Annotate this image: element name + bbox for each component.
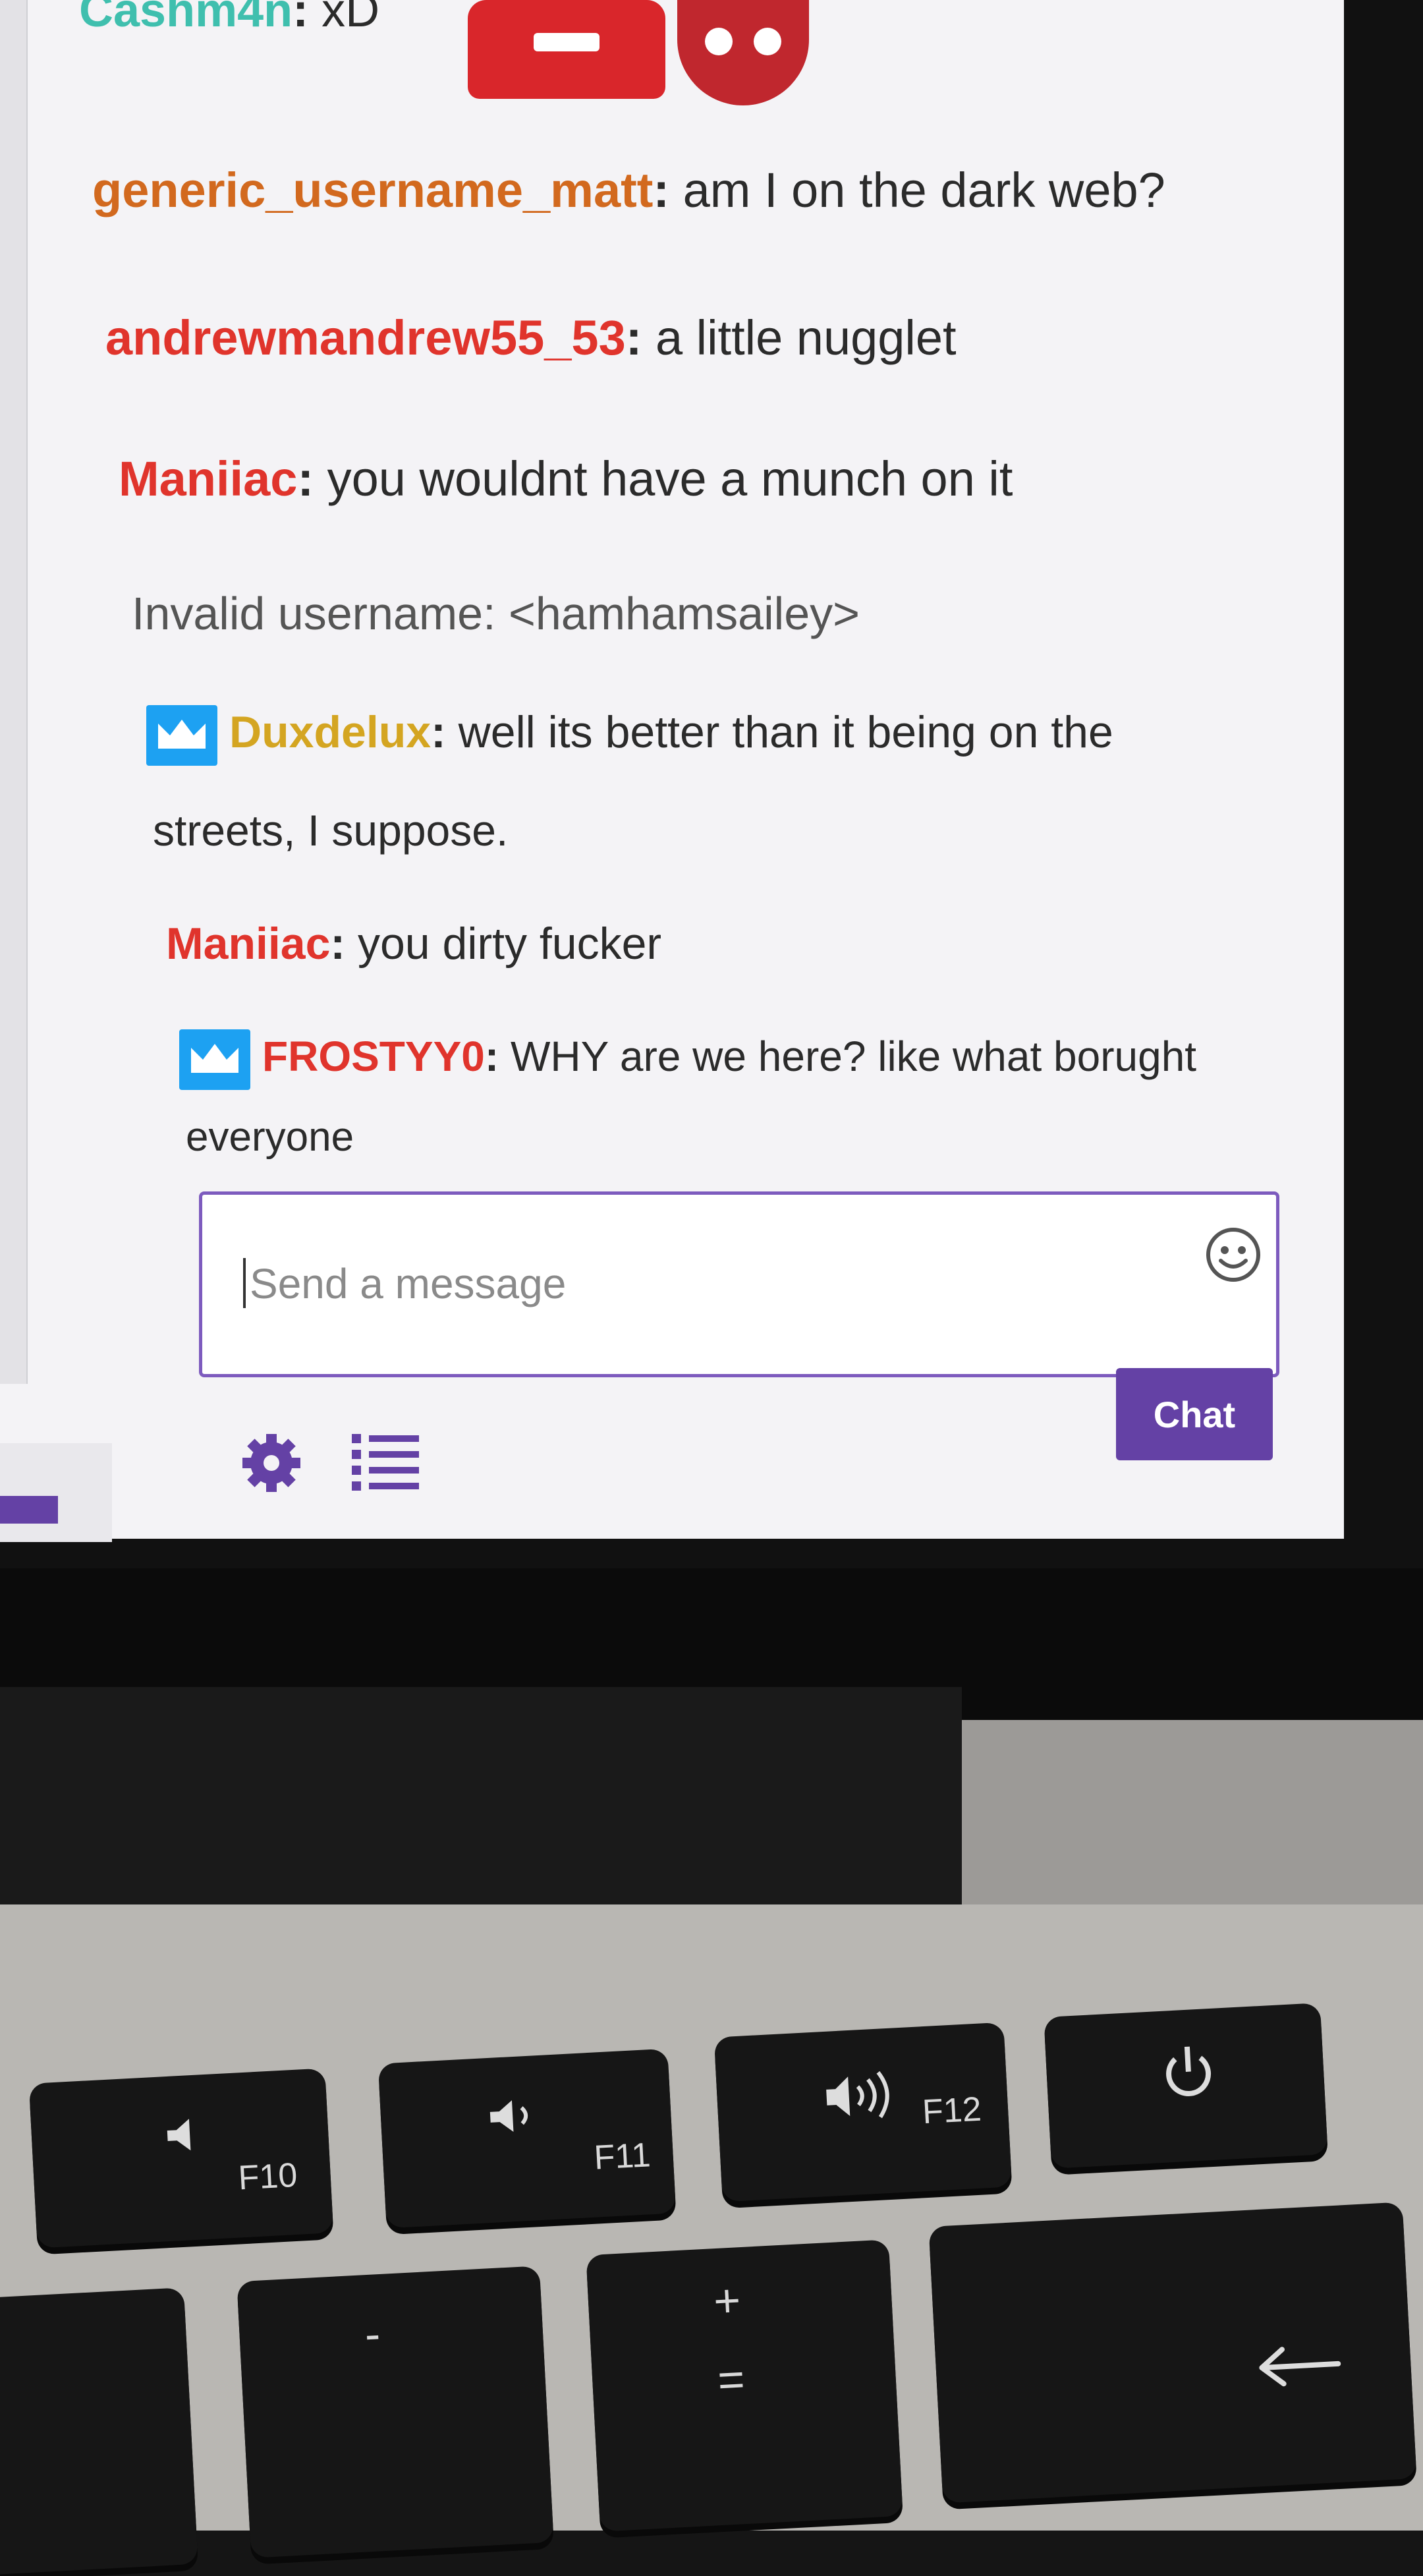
skull-emote-icon — [677, 0, 809, 105]
meat-boy-emote-icon — [468, 0, 665, 99]
chat-text: well its better than it being on the — [458, 706, 1113, 757]
power-icon — [1166, 2046, 1212, 2096]
key-f11[interactable]: F11 — [377, 2048, 677, 2229]
chat-text: xD — [321, 0, 380, 37]
chat-message: generic_username_matt: am I on the dark … — [92, 163, 1165, 217]
chat-message: Maniiac: you wouldnt have a munch on it — [119, 451, 1013, 506]
chat-text: you wouldnt have a munch on it — [327, 451, 1013, 506]
key-power[interactable] — [1044, 2003, 1328, 2169]
settings-gear-icon[interactable] — [238, 1430, 304, 1496]
chat-username[interactable]: generic_username_matt — [92, 163, 653, 217]
volume-up-icon — [826, 2071, 889, 2119]
chat-username[interactable]: Maniiac — [119, 451, 297, 506]
chat-message: FROSTYY0: WHY are we here? like what bor… — [179, 1029, 1196, 1090]
crown-badge-icon[interactable] — [146, 705, 217, 766]
text-caret — [243, 1258, 246, 1308]
key-0[interactable] — [0, 2287, 198, 2576]
volume-mute-icon — [167, 2119, 191, 2151]
chat-username[interactable]: FROSTYY0 — [262, 1033, 485, 1080]
keyboard-deck: F10 F11 F12 - + = — [0, 1904, 1423, 2576]
chat-text: a little nugglet — [655, 310, 957, 365]
chat-username[interactable]: andrewmandrew55_53 — [105, 310, 626, 365]
chat-input-box — [199, 1191, 1279, 1377]
key-minus[interactable]: - — [237, 2266, 554, 2558]
chat-username[interactable]: Cashm4n — [79, 0, 293, 37]
chat-message: andrewmandrew55_53: a little nugglet — [105, 310, 957, 365]
viewer-list-icon[interactable] — [349, 1429, 422, 1495]
laptop-hinge — [0, 1687, 962, 1904]
chat-text-continuation: streets, I suppose. — [153, 806, 509, 855]
chat-username[interactable]: Duxdelux — [229, 707, 431, 757]
left-tab-indicator — [0, 1496, 58, 1524]
chat-message: Cashm4n: xD — [79, 0, 379, 34]
chat-text: WHY are we here? like what borught — [510, 1032, 1197, 1080]
left-panel-edge — [0, 0, 28, 1384]
system-message: Invalid username: <hamhamsailey> — [132, 588, 860, 639]
key-f12[interactable]: F12 — [713, 2022, 1013, 2202]
left-tab[interactable] — [0, 1443, 112, 1542]
emoji-picker-icon[interactable] — [1204, 1225, 1263, 1284]
key-delete[interactable] — [928, 2202, 1417, 2504]
chat-send-button[interactable]: Chat — [1116, 1368, 1273, 1460]
chat-message: Duxdelux: well its better than it being … — [146, 705, 1113, 766]
chat-text: you dirty fucker — [357, 919, 662, 969]
key-equals[interactable]: + = — [586, 2239, 903, 2532]
chat-text-continuation: everyone — [186, 1114, 354, 1160]
key-f10[interactable]: F10 — [28, 2068, 334, 2248]
crown-badge-icon[interactable] — [179, 1029, 250, 1090]
delete-arrow-icon — [1259, 2347, 1341, 2387]
laptop-screen: Cashm4n: xD generic_username_matt: am I … — [0, 0, 1423, 1568]
chat-message-input[interactable] — [248, 1254, 1107, 1313]
laptop-deck-far — [962, 1720, 1423, 1904]
chat-text: am I on the dark web? — [683, 163, 1165, 217]
volume-down-icon — [489, 2100, 528, 2132]
chat-message: Maniiac: you dirty fucker — [166, 919, 662, 969]
chat-panel: Cashm4n: xD generic_username_matt: am I … — [0, 0, 1344, 1542]
chat-username[interactable]: Maniiac — [166, 919, 330, 969]
